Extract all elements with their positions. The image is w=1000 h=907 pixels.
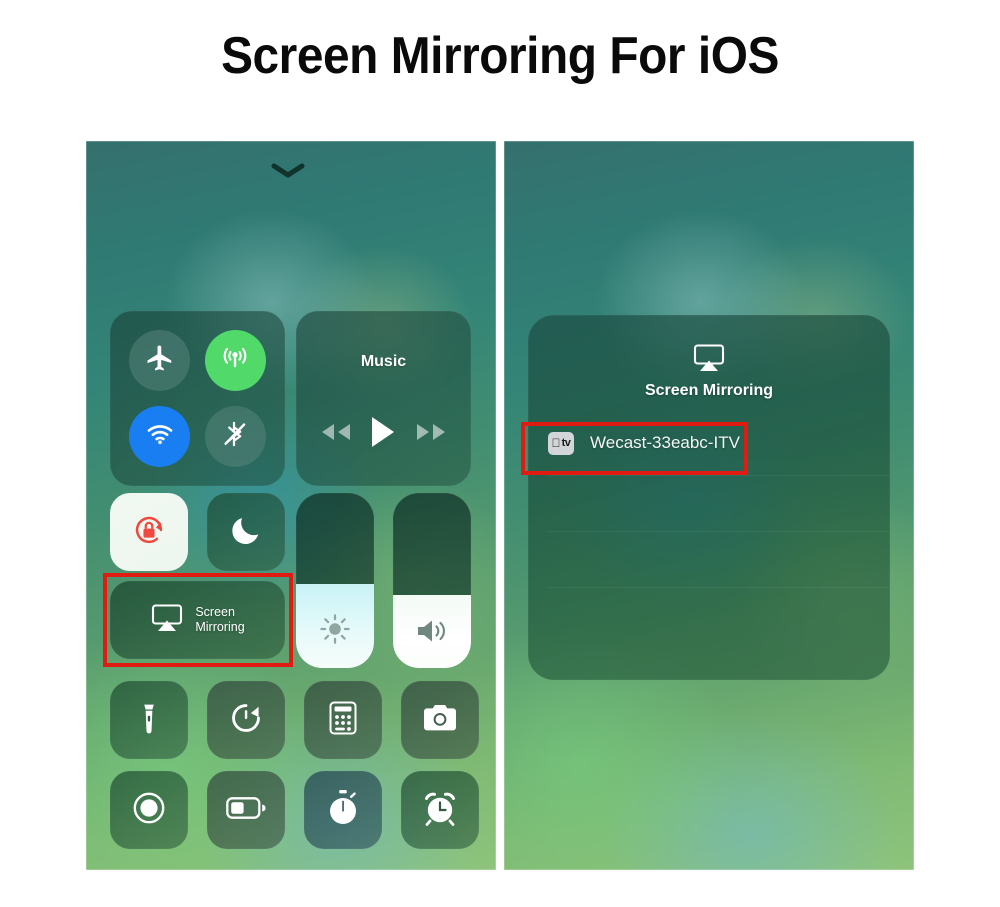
screen-mirroring-button[interactable]: Screen Mirroring bbox=[110, 581, 285, 659]
camera-button[interactable] bbox=[401, 681, 479, 759]
music-title: Music bbox=[360, 353, 407, 370]
page-title: Screen Mirroring For iOS bbox=[221, 27, 779, 85]
list-separator bbox=[548, 531, 890, 532]
apple-tv-icon:  tv bbox=[548, 431, 574, 455]
bluetooth-off-icon bbox=[220, 419, 250, 454]
do-not-disturb-button[interactable] bbox=[207, 493, 285, 571]
list-separator bbox=[548, 587, 890, 588]
apple-logo-glyph:  bbox=[552, 437, 561, 449]
device-list-item[interactable]:  tv Wecast-33eabc-ITV bbox=[528, 419, 890, 467]
flashlight-icon bbox=[133, 702, 165, 739]
screen-record-icon bbox=[130, 789, 168, 832]
music-module[interactable]: Music bbox=[296, 311, 471, 486]
cellular-data-icon bbox=[220, 343, 250, 378]
calculator-icon bbox=[329, 701, 357, 740]
stopwatch-button[interactable] bbox=[304, 771, 382, 849]
alarm-button[interactable] bbox=[401, 771, 479, 849]
previous-track-button[interactable] bbox=[319, 422, 353, 447]
fast-forward-icon bbox=[414, 422, 448, 447]
panel-divider bbox=[496, 141, 504, 870]
volume-slider[interactable] bbox=[393, 493, 471, 668]
chevron-down-icon[interactable] bbox=[271, 163, 305, 179]
list-separator bbox=[548, 475, 890, 476]
alarm-clock-icon bbox=[422, 790, 458, 831]
connectivity-module[interactable] bbox=[110, 311, 285, 486]
airplane-mode-button[interactable] bbox=[129, 330, 191, 392]
airplane-icon bbox=[145, 343, 175, 378]
low-power-mode-button[interactable] bbox=[207, 771, 285, 849]
rotation-lock-button[interactable] bbox=[110, 493, 188, 571]
airplay-icon bbox=[150, 603, 184, 638]
screen-mirroring-panel: Screen Mirroring  tv Wecast-33eabc-ITV bbox=[528, 315, 890, 680]
screen-mirroring-header: Screen Mirroring bbox=[528, 343, 890, 400]
screen-mirroring-label: Screen Mirroring bbox=[195, 605, 245, 634]
flashlight-button[interactable] bbox=[110, 681, 188, 759]
screen-mirroring-title: Screen Mirroring bbox=[644, 382, 774, 399]
brightness-slider[interactable] bbox=[296, 493, 374, 668]
screenshot-pair: Music Screen Mirroring Screen Mirroring … bbox=[86, 141, 914, 870]
moon-icon bbox=[229, 513, 263, 552]
tv-text-glyph: tv bbox=[557, 436, 571, 449]
wifi-icon bbox=[145, 419, 175, 454]
wifi-button[interactable] bbox=[129, 405, 191, 467]
stopwatch-icon bbox=[326, 789, 360, 832]
timer-button[interactable] bbox=[207, 681, 285, 759]
calculator-button[interactable] bbox=[304, 681, 382, 759]
ios-control-center-screen: Music Screen Mirroring bbox=[86, 141, 496, 870]
screen-mirroring-screen: Screen Mirroring  tv Wecast-33eabc-ITV bbox=[504, 141, 914, 870]
brightness-icon bbox=[296, 612, 374, 646]
timer-icon bbox=[229, 701, 263, 740]
play-icon bbox=[370, 416, 396, 453]
rewind-icon bbox=[319, 422, 353, 447]
camera-icon bbox=[422, 703, 458, 738]
play-button[interactable] bbox=[370, 416, 396, 453]
rotation-lock-icon bbox=[128, 509, 170, 556]
device-name: Wecast-33eabc-ITV bbox=[590, 433, 740, 452]
cellular-data-button[interactable] bbox=[204, 330, 266, 392]
low-power-battery-icon bbox=[226, 796, 266, 824]
airplay-icon bbox=[528, 343, 890, 373]
screen-recording-button[interactable] bbox=[110, 771, 188, 849]
volume-icon bbox=[393, 616, 471, 646]
bluetooth-button[interactable] bbox=[204, 405, 266, 467]
next-track-button[interactable] bbox=[414, 422, 448, 447]
